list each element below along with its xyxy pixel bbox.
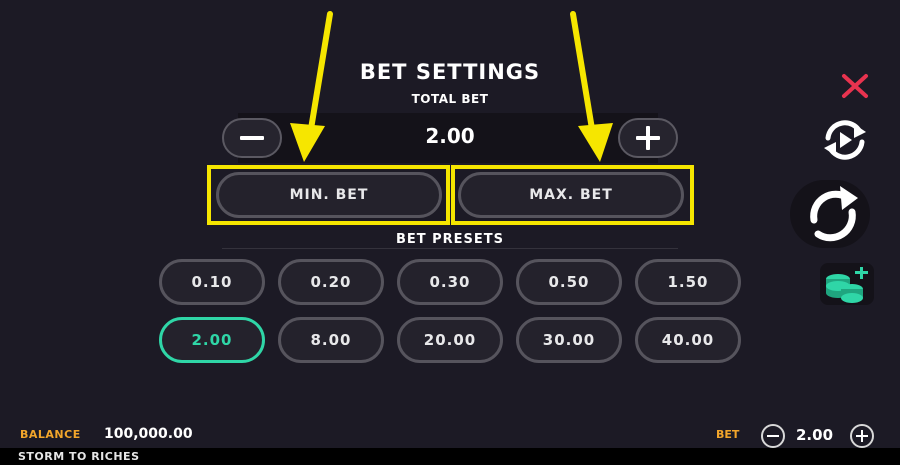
- preset-button[interactable]: 20.00: [397, 317, 503, 363]
- buy-bonus-button[interactable]: [820, 263, 874, 305]
- close-button[interactable]: [840, 72, 870, 100]
- autoplay-icon: [824, 120, 866, 160]
- preset-button[interactable]: 30.00: [516, 317, 622, 363]
- autoplay-button[interactable]: [818, 118, 872, 162]
- minus-icon: [767, 435, 779, 437]
- balance-label: BALANCE: [20, 428, 81, 441]
- footer-decrease-bet-button[interactable]: [761, 424, 785, 448]
- close-icon: [842, 74, 868, 98]
- footer-bet-label: BET: [716, 428, 740, 441]
- bet-presets-title: BET PRESETS: [395, 232, 505, 247]
- spin-icon: [810, 186, 858, 242]
- plus-icon: [856, 430, 868, 442]
- balance-value: 100,000.00: [104, 426, 193, 442]
- presets-divider: [222, 248, 678, 249]
- preset-button[interactable]: 8.00: [278, 317, 384, 363]
- footer-increase-bet-button[interactable]: [850, 424, 874, 448]
- preset-button[interactable]: 40.00: [635, 317, 741, 363]
- preset-button[interactable]: 1.50: [635, 259, 741, 305]
- preset-button[interactable]: 0.10: [159, 259, 265, 305]
- preset-button-selected[interactable]: 2.00: [159, 317, 265, 363]
- preset-button[interactable]: 0.50: [516, 259, 622, 305]
- preset-button[interactable]: 0.20: [278, 259, 384, 305]
- arrow-to-min-bet: [290, 11, 333, 162]
- preset-button[interactable]: 0.30: [397, 259, 503, 305]
- footer-bet-value: 2.00: [796, 426, 834, 444]
- arrow-to-max-bet: [570, 11, 613, 162]
- coins-plus-icon: [826, 267, 868, 303]
- spin-button[interactable]: [790, 180, 870, 248]
- game-name: STORM TO RICHES: [18, 450, 140, 463]
